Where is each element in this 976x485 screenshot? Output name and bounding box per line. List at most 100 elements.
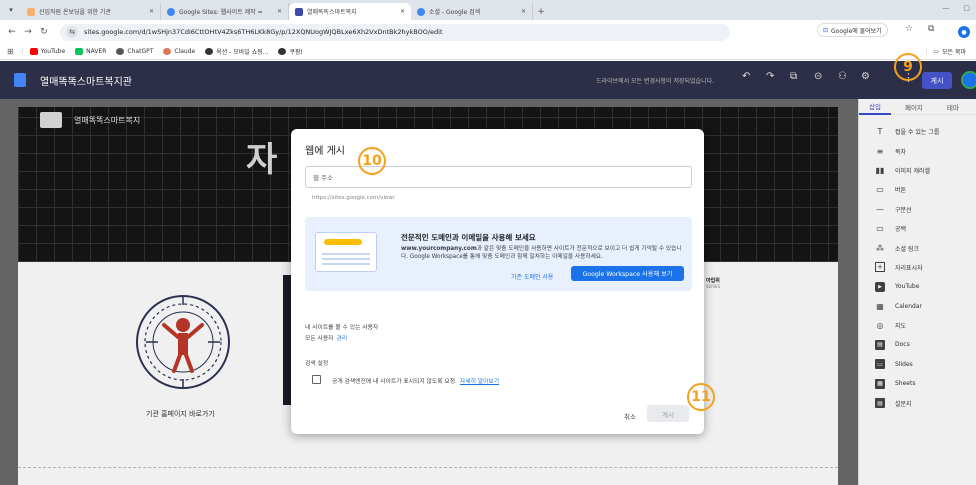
- cancel-button[interactable]: 취소: [624, 411, 636, 421]
- folder-icon: ▭: [933, 48, 939, 55]
- promo-description: www.yourcompany.com과 같은 맞춤 도메인을 사용하면 사이트…: [401, 245, 686, 261]
- sites-editor-header: 열매똑똑스마트복지관 드라이브에서 모든 변경사항이 저장되었습니다. ↶ ↷ …: [0, 61, 976, 99]
- viewers-heading: 내 사이트를 볼 수 있는 사용자: [305, 325, 379, 331]
- close-icon[interactable]: ✕: [400, 8, 405, 15]
- step-number: 11: [691, 389, 711, 405]
- publish-to-web-dialog: 웹에 게시 웹 주소 https://sites.google.com/view…: [291, 129, 704, 434]
- back-icon[interactable]: ←: [4, 27, 20, 37]
- step-marker-9: 9: [894, 53, 922, 81]
- site-name-title[interactable]: 열매똑똑스마트복지관: [40, 73, 132, 88]
- search-settings-heading: 검색 설정: [305, 361, 329, 367]
- url-text: sites.google.com/d/1wSHjn37Cdi6CttOHtV4Z…: [84, 28, 443, 36]
- youtube-icon: [29, 48, 38, 55]
- bookmark-label: Claude: [174, 48, 196, 55]
- bookmark-star-icon[interactable]: ☆: [905, 24, 913, 34]
- bookmark-label: 쿠팡!: [289, 49, 303, 56]
- restore-icon[interactable]: ▢: [963, 4, 970, 12]
- bookmark-label: YouTube: [40, 48, 66, 55]
- dialog-publish-button[interactable]: 게시: [647, 405, 689, 422]
- hide-from-search-label: 공개 검색엔진에 내 사이트가 표시되지 않도록 요청. 자세히 알아보기: [332, 376, 499, 385]
- browser-tab-onboarding[interactable]: 신입직원 온보딩을 위한 기관 ✕: [21, 3, 161, 20]
- tab-title: 소셜 - Google 검색: [429, 9, 481, 16]
- tab-title: Google Sites: 웹사이트 제작 =: [179, 9, 263, 16]
- bookmark-label: 옥션 - 모바일 쇼핑...: [216, 49, 269, 56]
- hide-from-search-checkbox[interactable]: [312, 375, 321, 384]
- ask-google-label: Google에 물어보기: [831, 27, 882, 35]
- new-tab-button[interactable]: +: [533, 3, 549, 20]
- promo-title: 전문적인 도메인과 이메일을 사용해 보세요: [401, 233, 536, 242]
- window-controls: — ▢: [942, 4, 970, 12]
- site-info-icon[interactable]: ⇆: [66, 26, 78, 38]
- bookmark-label: ChatGPT: [127, 48, 154, 55]
- browser-tab-google-search[interactable]: 소셜 - Google 검색 ✕: [411, 3, 533, 20]
- domain-illustration: [315, 232, 377, 272]
- bookmark-youtube[interactable]: YouTube: [29, 48, 66, 55]
- tab-search-button[interactable]: ▾: [3, 2, 19, 18]
- bookmark-coupang[interactable]: 쿠팡!: [278, 47, 303, 56]
- close-icon[interactable]: ✕: [277, 8, 282, 15]
- google-favicon-icon: [167, 7, 175, 16]
- web-address-placeholder: 웹 주소: [313, 174, 334, 182]
- bookmarks-bar: ⊞ | YouTube NAVER ChatGPT Claude 옥션 - 모바…: [0, 44, 976, 60]
- browser-tab-site-editor[interactable]: 열매똑똑스마트복지 ✕: [289, 3, 411, 20]
- undo-icon[interactable]: ↶: [742, 71, 750, 82]
- share-icon[interactable]: ⚇: [838, 71, 847, 82]
- promo-domain-example: www.yourcompany.com: [401, 246, 477, 252]
- sites-favicon-icon: [295, 7, 303, 16]
- web-address-hint: https://sites.google.com/view/: [312, 195, 395, 201]
- close-icon[interactable]: ✕: [149, 8, 154, 15]
- bookmark-chatgpt[interactable]: ChatGPT: [116, 48, 153, 55]
- reload-icon[interactable]: ↻: [36, 27, 52, 37]
- checkbox-label-text: 공개 검색엔진에 내 사이트가 표시되지 않도록 요청.: [332, 379, 457, 385]
- browser-tab-bar: ▾ 신입직원 온보딩을 위한 기관 ✕ Google Sites: 웹사이트 제…: [0, 0, 976, 20]
- tab-title: 열매똑똑스마트복지: [307, 9, 357, 16]
- bookmark-label: NAVER: [86, 48, 107, 55]
- bookmark-label: 모든 북마: [942, 49, 966, 56]
- claude-icon: [163, 48, 172, 55]
- tab-favicon: [27, 7, 35, 16]
- address-bar-row: ← → ↻ ⇆ sites.google.com/d/1wSHjn37Cdi6C…: [0, 20, 976, 44]
- use-existing-domain-link[interactable]: 기존 도메인 사용: [511, 272, 553, 281]
- custom-domain-promo: 전문적인 도메인과 이메일을 사용해 보세요 www.yourcompany.c…: [305, 217, 692, 291]
- close-icon[interactable]: ✕: [521, 8, 526, 15]
- step-number: 9: [903, 59, 913, 75]
- dialog-title: 웹에 게시: [305, 146, 345, 157]
- google-favicon-icon: [417, 7, 425, 16]
- separator: |: [925, 48, 928, 55]
- account-avatar[interactable]: [961, 71, 976, 89]
- ask-google-button[interactable]: ⊡ Google에 물어보기: [817, 23, 888, 37]
- chatgpt-icon: [116, 48, 125, 55]
- bookmark-claude[interactable]: Claude: [163, 48, 195, 55]
- naver-icon: [75, 48, 84, 55]
- redo-icon[interactable]: ↷: [766, 71, 774, 82]
- bookmark-auction[interactable]: 옥션 - 모바일 쇼핑...: [205, 47, 268, 56]
- browser-tab-google-sites-help[interactable]: Google Sites: 웹사이트 제작 = ✕: [161, 3, 289, 20]
- extensions-icon[interactable]: ⧉: [928, 24, 934, 34]
- step-number: 10: [362, 153, 382, 169]
- viewers-row: 모든 사용자 관리: [305, 333, 347, 342]
- profile-avatar[interactable]: ●: [958, 26, 970, 38]
- viewers-value: 모든 사용자: [305, 336, 334, 342]
- tab-title: 신입직원 온보딩을 위한 기관: [39, 9, 111, 16]
- all-bookmarks-folder[interactable]: | ▭ 모든 북마: [925, 47, 966, 56]
- globe-icon: [278, 48, 287, 55]
- save-status: 드라이브에서 모든 변경사항이 저장되었습니다.: [596, 78, 715, 85]
- preview-icon[interactable]: ⧉: [790, 71, 797, 82]
- minimize-icon[interactable]: —: [942, 4, 949, 12]
- step-marker-11: 11: [687, 383, 715, 411]
- google-lens-icon: ⊡: [823, 26, 829, 34]
- url-field[interactable]: ⇆ sites.google.com/d/1wSHjn37Cdi6CttOHtV…: [60, 23, 730, 41]
- try-workspace-button[interactable]: Google Workspace 사용해 보기: [571, 266, 684, 281]
- forward-icon[interactable]: →: [20, 27, 36, 37]
- settings-gear-icon[interactable]: ⚙: [861, 71, 870, 82]
- google-sites-logo-icon[interactable]: [14, 73, 26, 87]
- manage-viewers-link[interactable]: 관리: [337, 336, 348, 342]
- step-marker-10: 10: [358, 147, 386, 175]
- apps-grid-icon[interactable]: ⊞: [7, 47, 14, 56]
- link-icon[interactable]: ⊝: [814, 71, 822, 82]
- globe-icon: [205, 48, 214, 55]
- separator: |: [21, 48, 24, 55]
- bookmark-naver[interactable]: NAVER: [75, 48, 106, 55]
- learn-more-link[interactable]: 자세히 알아보기: [460, 379, 499, 385]
- publish-button[interactable]: 게시: [922, 72, 952, 89]
